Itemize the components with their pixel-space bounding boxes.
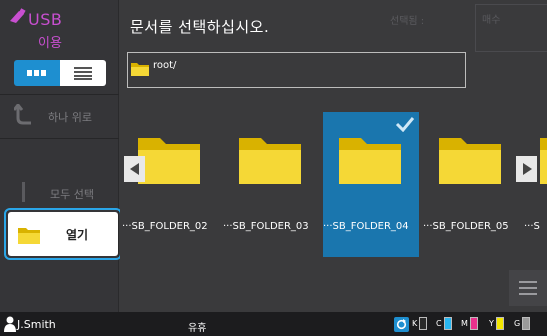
toner-level-bar — [469, 317, 478, 330]
main-panel: 문서를 선택하십시오. 선택됨 : 매수 root/ ···SB_FOLDER_… — [120, 0, 547, 312]
grid-view-icon — [27, 70, 46, 76]
menu-icon — [519, 281, 537, 295]
user-name: J.Smith — [17, 318, 56, 331]
select-all-icon — [22, 182, 25, 202]
toner-label: Y — [489, 319, 494, 328]
machine-status: 유휴 — [188, 323, 207, 334]
toner-y: Y — [489, 317, 504, 330]
toner-level-bar — [495, 317, 504, 330]
sidebar: USB 이용 하나 위로 모두 선택 열기 — [0, 0, 122, 312]
page-title: 문서를 선택하십시오. — [130, 18, 270, 36]
grid-view-button[interactable] — [14, 60, 60, 86]
toner-refresh-button[interactable] — [394, 317, 409, 332]
folder-icon — [540, 138, 547, 184]
toner-level-bar — [443, 317, 452, 330]
folder-item[interactable]: ···SB_FOLDER_02 — [122, 112, 218, 257]
view-toggle — [14, 60, 106, 86]
path-value: root/ — [153, 60, 177, 71]
select-all-label: 모두 선택 — [50, 188, 94, 201]
up-one-level-label: 하나 위로 — [48, 111, 92, 124]
toner-k: K — [412, 317, 428, 330]
folder-item[interactable]: ···S — [524, 112, 547, 257]
toner-label: G — [514, 319, 521, 328]
up-one-level-button[interactable]: 하나 위로 — [0, 94, 119, 138]
toner-label: M — [461, 319, 468, 328]
folder-name: ···S — [524, 221, 540, 232]
scroll-right-button[interactable] — [516, 156, 537, 182]
folder-grid: ···SB_FOLDER_02 ···SB_FOLDER_03 ···SB_FO… — [120, 112, 547, 257]
toner-level-bar — [522, 317, 531, 330]
pages-label: 매수 — [482, 15, 501, 26]
folder-icon — [131, 63, 149, 76]
open-button-body: 열기 — [8, 212, 118, 256]
toner-c: C — [436, 317, 452, 330]
folder-item-selected[interactable]: ···SB_FOLDER_04 — [323, 112, 419, 257]
toner-g: G — [514, 317, 531, 330]
check-icon — [395, 117, 415, 132]
refresh-icon — [396, 319, 407, 330]
folder-item[interactable]: ···SB_FOLDER_03 — [223, 112, 319, 257]
folder-icon — [439, 138, 501, 184]
up-arrow-icon — [14, 104, 31, 125]
app-subtitle: 이용 — [38, 36, 62, 51]
selected-count-label: 선택됨 : — [390, 16, 425, 27]
divider — [0, 138, 119, 139]
chevron-left-icon — [129, 163, 139, 175]
folder-icon — [18, 228, 40, 244]
toner-label: K — [412, 319, 418, 328]
select-all-button[interactable]: 모두 선택 — [0, 176, 119, 210]
folder-icon — [138, 138, 200, 184]
path-bar[interactable]: root/ — [127, 52, 466, 88]
list-view-button[interactable] — [60, 60, 106, 86]
folder-icon — [239, 138, 301, 184]
scroll-left-button[interactable] — [124, 156, 145, 182]
pages-box: 매수 — [475, 4, 547, 52]
folder-icon — [339, 138, 401, 184]
toner-level-bar — [419, 317, 428, 330]
open-button[interactable]: 열기 — [4, 208, 122, 260]
status-bar: J.Smith 유휴 K C M Y G — [0, 312, 547, 336]
user-icon — [4, 316, 16, 332]
usb-header: USB 이용 — [8, 6, 98, 51]
open-label: 열기 — [66, 228, 89, 242]
app-title: USB — [28, 10, 63, 29]
list-view-icon — [74, 66, 92, 80]
usb-icon — [10, 8, 26, 23]
toner-m: M — [461, 317, 478, 330]
menu-button[interactable] — [509, 270, 547, 306]
toner-label: C — [436, 319, 442, 328]
folder-item[interactable]: ···SB_FOLDER_05 — [423, 112, 519, 257]
chevron-right-icon — [522, 163, 532, 175]
